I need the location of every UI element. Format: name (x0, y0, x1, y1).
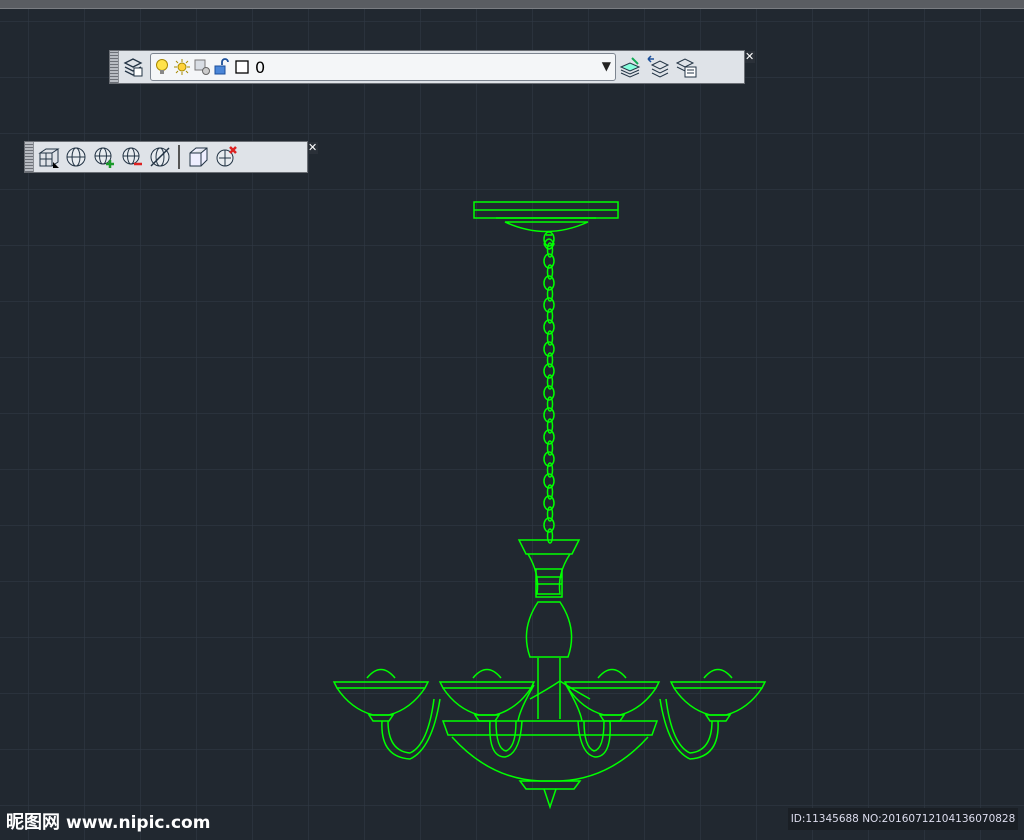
globe-add-button[interactable] (90, 143, 118, 171)
cube-remove-button[interactable] (212, 143, 240, 171)
image-id-label: ID:11345688 NO:20160712104136070828 (788, 808, 1018, 830)
globe-delete-button[interactable] (146, 143, 174, 171)
cube-remove-icon (216, 146, 237, 167)
globe-button[interactable] (62, 143, 90, 171)
layer-state-icon (619, 57, 641, 78)
globe-delete-icon (150, 147, 170, 167)
layer-manager-icon (675, 58, 697, 78)
previous-layer-icon (647, 55, 670, 78)
layer-properties-button[interactable] (119, 53, 147, 81)
toolbar-grip[interactable] (25, 142, 34, 172)
view-toolbar: ✕ (24, 141, 318, 173)
window-top-strip (0, 0, 1024, 9)
freeze-viewport-icon[interactable] (193, 57, 211, 77)
make-current-layer-button[interactable] (616, 53, 644, 81)
unlock-icon[interactable] (213, 57, 231, 77)
toolbar-separator (178, 145, 180, 169)
sun-icon[interactable] (173, 57, 191, 77)
cube-button[interactable] (184, 143, 212, 171)
globe-remove-icon (122, 147, 142, 166)
globe-remove-button[interactable] (118, 143, 146, 171)
viewport-grid-icon (38, 148, 60, 168)
layer-manager-button[interactable] (672, 53, 700, 81)
watermark-url: www.nipic.com (66, 813, 211, 833)
watermark-brand: 昵图网 (6, 812, 60, 833)
layer-dropdown[interactable]: 0 ▼ (150, 53, 616, 81)
layer-properties-icon (123, 58, 143, 77)
globe-icon (66, 147, 86, 167)
close-icon[interactable]: ✕ (308, 142, 318, 154)
layers-toolbar: 0 ▼ ✕ (109, 50, 755, 84)
toolbar-grip[interactable] (110, 51, 119, 83)
cad-drawing-area[interactable] (0, 9, 1024, 840)
current-layer-name: 0 (255, 57, 266, 77)
cube-icon (189, 147, 208, 167)
color-swatch-icon[interactable] (233, 57, 251, 77)
watermark: 昵图网 www.nipic.com (6, 808, 210, 834)
previous-layer-button[interactable] (644, 53, 672, 81)
chevron-down-icon[interactable]: ▼ (602, 59, 611, 73)
lightbulb-icon[interactable] (153, 57, 171, 77)
close-icon[interactable]: ✕ (745, 51, 755, 63)
viewport-button[interactable] (34, 143, 62, 171)
globe-add-icon (94, 147, 114, 168)
